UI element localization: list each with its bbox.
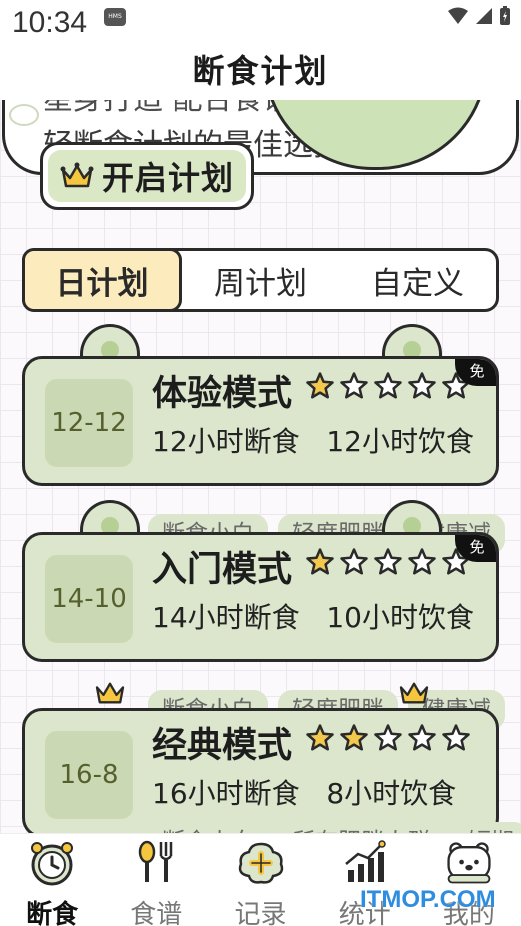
profile-bear-icon [443,838,495,888]
nav-label: 断食 [26,900,79,926]
eat-hours: 10小时饮食 [326,601,474,634]
star-empty-icon [374,724,402,751]
nav-label: 食谱 [130,900,183,926]
star-empty-icon [442,724,470,751]
nav-label: 记录 [234,900,287,926]
star-empty-icon [408,724,436,751]
difficulty-stars [305,371,471,401]
crown-icon [95,682,125,704]
star-empty-icon [408,548,436,575]
app-header: 断食计划 [0,44,521,100]
crown-icon [60,162,94,188]
star-filled-icon [306,724,334,751]
plan-title: 体验模式 [152,373,293,414]
plan-card-beginner[interactable]: 14-10 入门模式 14小时断食 10小时饮食 免 [22,532,499,662]
plan-badge: 12-12 [45,379,133,467]
fast-hours: 16小时断食 [152,777,300,810]
plan-card-wrapper-2: 断食小白 轻度肥胖 健康减 14-10 入门模式 14小时断食 10小时饮食 免 [22,500,505,662]
star-empty-icon [340,372,368,399]
nav-recipes[interactable]: 食谱 [104,834,208,926]
plan-description: 12小时断食 12小时饮食 [152,421,492,463]
plan-description: 14小时断食 10小时饮食 [152,597,492,639]
plan-badge: 14-10 [45,555,133,643]
signal-icon [476,8,492,24]
utensils-icon [130,838,182,888]
plan-title: 经典模式 [152,725,293,766]
star-filled-icon [306,548,334,575]
wifi-icon [448,7,468,24]
start-plan-label: 开启计划 [101,159,234,197]
star-empty-icon [408,372,436,399]
tab-weekly-plan[interactable]: 周计划 [182,251,339,309]
eat-hours: 12小时饮食 [326,425,474,458]
plan-tabs: 日计划 周计划 自定义 [22,248,499,312]
record-plus-icon [235,838,287,888]
start-plan-button[interactable]: 开启计划 [40,142,254,210]
clock-icon [26,838,78,888]
stats-chart-icon [339,838,391,888]
plan-card-classic[interactable]: 16-8 经典模式 16小时断食 8小时饮食 [22,708,499,838]
star-empty-icon [340,548,368,575]
watermark: ITMOP.COM [360,886,496,913]
star-filled-icon [340,724,368,751]
status-icons [447,6,511,26]
tab-custom[interactable]: 自定义 [339,251,496,309]
fast-hours: 12小时断食 [152,425,300,458]
nav-fasting[interactable]: 断食 [0,834,104,926]
crown-icon [399,682,429,704]
plan-card-wrapper-3: 断食小白 轻度肥胖 健康减 16-8 经典模式 16小时断食 8小时饮食 [22,682,505,838]
page-title: 断食计划 [192,52,329,90]
eat-hours: 8小时饮食 [326,777,457,810]
battery-icon [500,6,510,25]
hms-icon: HMS [104,8,126,26]
start-plan-button-inner: 开启计划 [48,150,246,202]
plan-badge: 16-8 [45,731,133,819]
plan-card-trial[interactable]: 12-12 体验模式 12小时断食 12小时饮食 免 [22,356,499,486]
status-bar: 10:34 HMS [0,0,521,44]
difficulty-stars [305,547,471,577]
leaf-decoration-icon [9,104,39,126]
difficulty-stars [305,723,471,753]
plan-title: 入门模式 [152,549,293,590]
fast-hours: 14小时断食 [152,601,300,634]
plan-card-wrapper-1: 12-12 体验模式 12小时断食 12小时饮食 免 [22,324,499,486]
plan-description: 16小时断食 8小时饮食 [152,773,492,815]
star-filled-icon [306,372,334,399]
nav-record[interactable]: 记录 [208,834,312,926]
status-time: 10:34 [12,6,88,39]
tab-daily-plan[interactable]: 日计划 [22,248,182,312]
star-empty-icon [374,548,402,575]
star-empty-icon [374,372,402,399]
